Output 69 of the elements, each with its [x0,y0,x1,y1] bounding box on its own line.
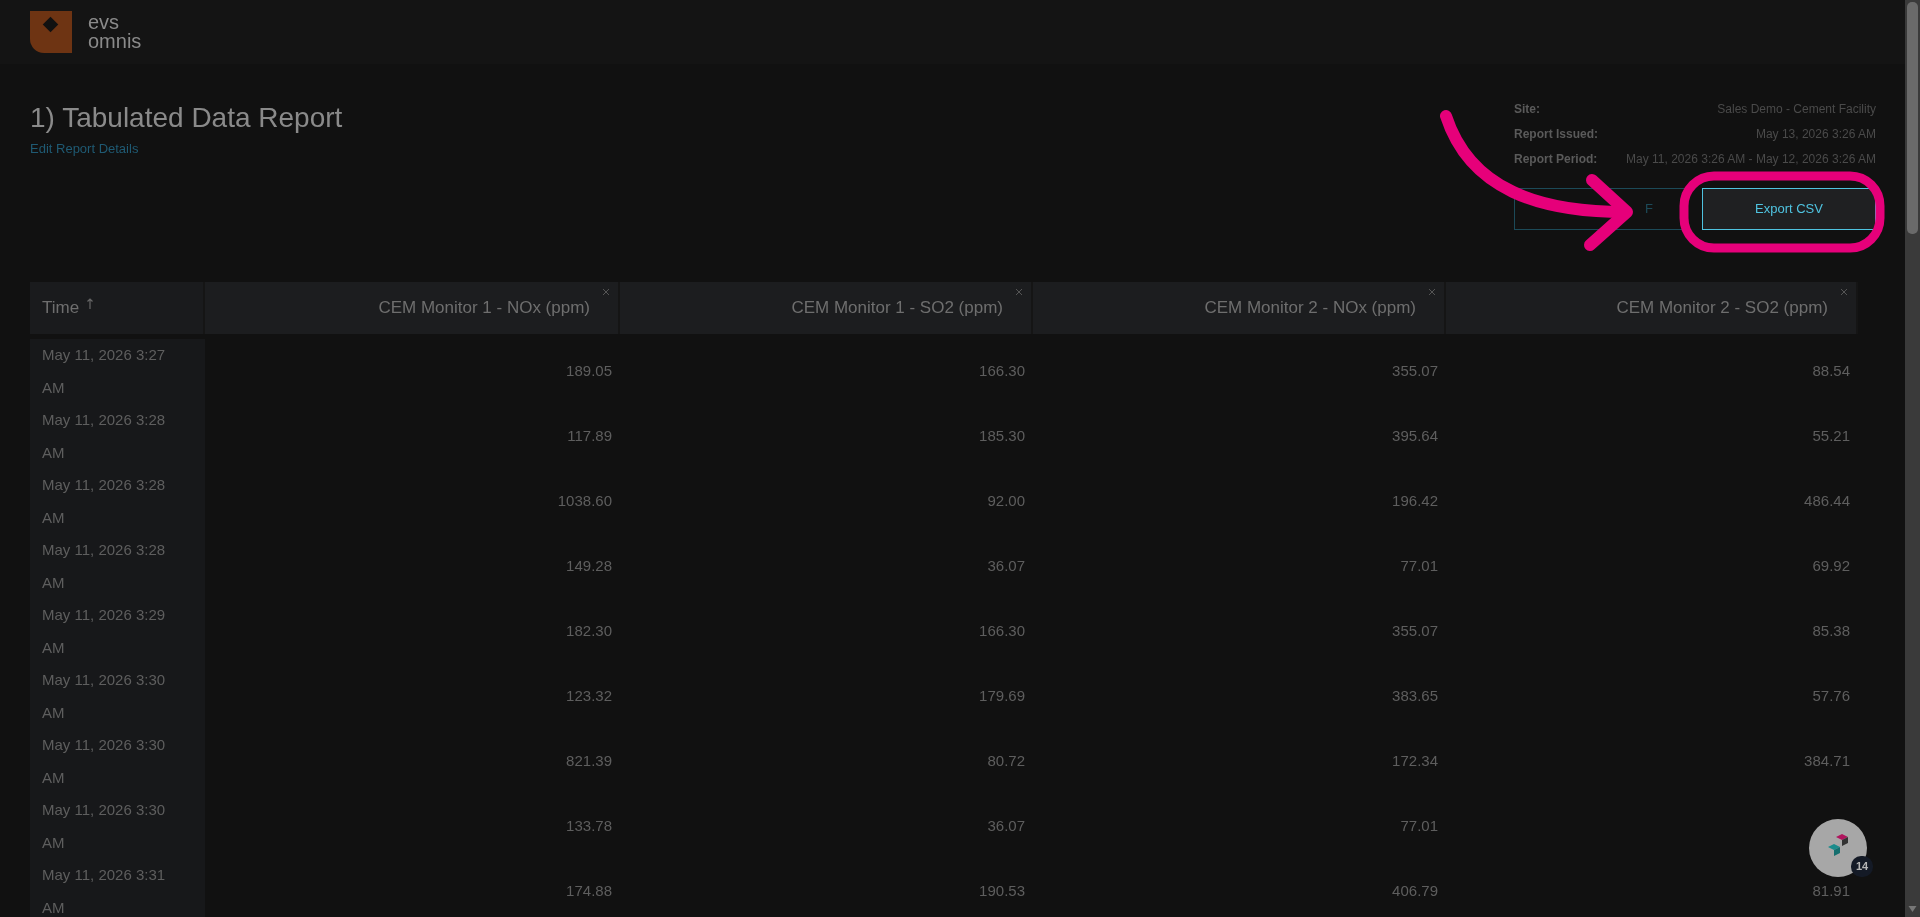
value-cell-text: 57.76 [1811,686,1851,707]
value-cell-text: 92.00 [986,491,1026,512]
column-header[interactable]: CEM Monitor 2 - SO2 (ppm) [1446,282,1858,334]
time-cell-text: May 11, 2026 3:30 AM [42,800,167,853]
time-cell-text: May 11, 2026 3:28 AM [42,475,167,528]
edit-report-link[interactable]: Edit Report Details [30,141,139,156]
time-cell-text: May 11, 2026 3:30 AM [42,735,167,788]
time-cell-text: May 11, 2026 3:27 AM [42,345,167,398]
value-cell-text: 174.88 [565,881,613,902]
value-cell-text: 355.07 [1391,361,1439,382]
value-cell-text: 486.44 [1803,491,1851,512]
close-icon[interactable] [1428,288,1436,296]
value-cell-text: 77.01 [1399,556,1439,577]
help-widget-button[interactable] [1809,819,1867,877]
value-cell-text: 190.53 [978,881,1026,902]
value-cell-text: 36.07 [986,556,1026,577]
time-cell-text: May 11, 2026 3:30 AM [42,670,167,723]
time-cell-text: May 11, 2026 3:31 AM [42,865,167,917]
value-cell-text: 88.54 [1811,361,1851,382]
value-cell-text: 85.38 [1811,621,1851,642]
detail-label: Site: [1514,101,1540,118]
detail-value: May 11, 2026 3:26 AM - May 12, 2026 3:26 AM [1626,151,1876,168]
value-cell-text: 179.69 [978,686,1026,707]
logo-icon [30,11,72,53]
report-title: 1) Tabulated Data Report [30,101,343,135]
value-cell-text: 406.79 [1391,881,1439,902]
column-header[interactable]: CEM Monitor 1 - SO2 (ppm) [620,282,1033,334]
close-icon[interactable] [1015,288,1023,296]
column-header[interactable]: CEM Monitor 2 - NOx (ppm) [1033,282,1446,334]
value-cell-text: 185.30 [978,426,1026,447]
value-cell-text: 80.72 [986,751,1026,772]
time-cell-text: May 11, 2026 3:29 AM [42,605,167,658]
detail-label: Report Period: [1514,151,1598,168]
value-cell-text: 182.30 [565,621,613,642]
sort-icon[interactable] [87,298,94,310]
value-cell-text: 123.32 [565,686,613,707]
close-icon[interactable] [602,288,610,296]
value-cell-text: 117.89 [566,426,613,447]
notification-count: 14 [1851,856,1874,877]
column-header[interactable]: CEM Monitor 1 - NOx (ppm) [205,282,620,334]
detail-value: Sales Demo - Cement Facility [1717,101,1876,118]
value-cell-text: 133.78 [565,816,613,837]
value-cell-text: 821.39 [565,751,613,772]
value-cell-text: 69.92 [1811,556,1851,577]
export-button[interactable]: F [1514,188,1686,230]
value-cell-text: 77.01 [1399,816,1439,837]
value-cell-text: 196.42 [1391,491,1439,512]
value-cell-text: 384.71 [1803,751,1851,772]
value-cell-text: 172.34 [1391,751,1439,772]
value-cell-text: 355.07 [1391,621,1439,642]
value-cell-text: 383.65 [1391,686,1439,707]
detail-label: Report Issued: [1514,126,1598,143]
detail-value: May 13, 2026 3:26 AM [1755,126,1876,143]
value-cell-text: 395.64 [1391,426,1439,447]
value-cell-text: 149.28 [565,556,613,577]
scrollbar[interactable] [1905,0,1920,917]
time-cell-text: May 11, 2026 3:28 AM [42,540,167,593]
value-cell-text: 1038.60 [556,491,613,512]
close-icon[interactable] [1840,288,1848,296]
value-cell-text: 189.05 [565,361,613,382]
time-cell-text: May 11, 2026 3:28 AM [42,410,167,463]
export-csv-button[interactable]: Export CSV [1702,188,1876,230]
logo-text: evs omnis [88,13,142,51]
value-cell-text: 81.91 [1811,881,1851,902]
value-cell-text: 55.21 [1811,426,1851,447]
column-header[interactable]: Time [30,282,205,334]
value-cell-text: 166.30 [978,621,1026,642]
value-cell-text: 166.30 [978,361,1026,382]
value-cell-text: 36.07 [986,816,1026,837]
